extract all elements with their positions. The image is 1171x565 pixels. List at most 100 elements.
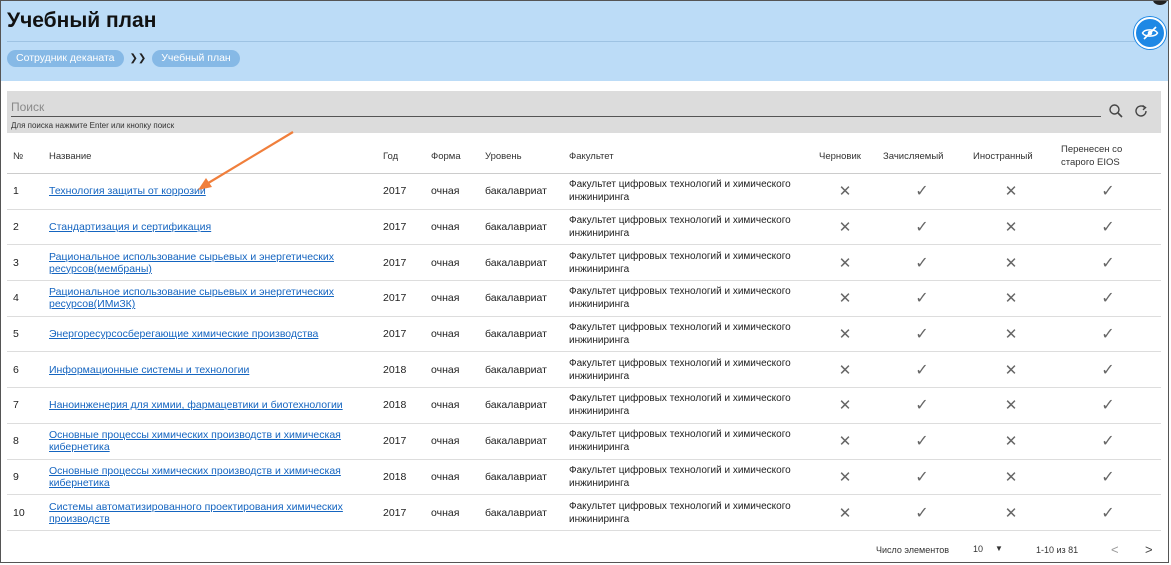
curriculum-link[interactable]: Технология защиты от коррозии: [49, 185, 206, 197]
curriculum-link[interactable]: Стандартизация и сертификация: [49, 221, 211, 233]
row-level: бакалавриат: [479, 316, 563, 353]
table-row[interactable]: 5 Энергоресурсосберегающие химические про…: [7, 316, 1161, 353]
row-number: 3: [7, 244, 43, 282]
table-row[interactable]: 1 Технология защиты от коррозии 2017 очная б…: [7, 173, 1161, 210]
row-migrated-check-icon: ✓: [1055, 280, 1161, 317]
row-year: 2017: [377, 244, 425, 282]
curriculum-link[interactable]: Рациональное использование сырьевых и эн…: [49, 251, 334, 275]
row-draft-cross-icon: ✕: [813, 209, 877, 246]
row-faculty: Факультет цифровых технологий и химическ…: [563, 316, 813, 353]
row-form: очная: [425, 459, 479, 496]
row-year: 2017: [377, 209, 425, 246]
row-enrollable-check-icon: ✓: [877, 494, 967, 531]
row-migrated-check-icon: ✓: [1055, 351, 1161, 389]
row-draft-cross-icon: ✕: [813, 316, 877, 353]
row-level: бакалавриат: [479, 244, 563, 282]
breadcrumb-item-curriculum[interactable]: Учебный план: [152, 50, 240, 67]
row-year: 2018: [377, 459, 425, 496]
row-name-cell: Основные процессы химических производств…: [43, 423, 377, 460]
row-faculty: Факультет цифровых технологий и химическ…: [563, 209, 813, 246]
next-page-icon[interactable]: >: [1145, 542, 1153, 557]
table-row[interactable]: 4 Рациональное использование сырьевых и э…: [7, 280, 1161, 317]
col-header-foreign[interactable]: Иностранный: [967, 139, 1055, 174]
row-number: 2: [7, 209, 43, 246]
curriculum-link[interactable]: Наноинженерия для химии, фармацевтики и …: [49, 399, 343, 411]
row-year: 2017: [377, 280, 425, 317]
visibility-toggle-button[interactable]: [1134, 17, 1166, 49]
row-foreign-cross-icon: ✕: [967, 351, 1055, 389]
row-form: очная: [425, 209, 479, 246]
row-enrollable-check-icon: ✓: [877, 459, 967, 496]
col-header-name[interactable]: Название: [43, 139, 377, 174]
table-row[interactable]: 2 Стандартизация и сертификация 2017 очная б…: [7, 209, 1161, 246]
row-name-cell: Системы автоматизированного проектирован…: [43, 494, 377, 531]
row-faculty: Факультет цифровых технологий и химическ…: [563, 387, 813, 424]
row-year: 2017: [377, 316, 425, 353]
col-header-number[interactable]: №: [7, 139, 43, 174]
eye-off-icon: [1141, 26, 1159, 40]
dropdown-caret-icon[interactable]: ▼: [995, 544, 1003, 553]
page-range: 1-10 из 81: [1036, 545, 1079, 555]
breadcrumb-separator-icon: ❯❯: [129, 53, 147, 64]
row-form: очная: [425, 280, 479, 317]
curriculum-link[interactable]: Энергоресурсосберегающие химические прои…: [49, 328, 318, 340]
row-enrollable-check-icon: ✓: [877, 351, 967, 389]
curriculum-link[interactable]: Системы автоматизированного проектирован…: [49, 501, 343, 525]
items-per-page-select[interactable]: 10: [973, 544, 983, 554]
prev-page-icon[interactable]: <: [1111, 542, 1119, 557]
curriculum-link[interactable]: Основные процессы химических производств…: [49, 429, 341, 453]
row-foreign-cross-icon: ✕: [967, 423, 1055, 460]
row-migrated-check-icon: ✓: [1055, 173, 1161, 210]
col-header-form[interactable]: Форма: [425, 139, 479, 174]
table-row[interactable]: 3 Рациональное использование сырьевых и э…: [7, 244, 1161, 282]
table-row[interactable]: 10 Системы автоматизированного проектиров…: [7, 494, 1161, 531]
curriculum-link[interactable]: Рациональное использование сырьевых и эн…: [49, 286, 334, 310]
curriculum-link[interactable]: Информационные системы и технологии: [49, 364, 249, 376]
row-number: 1: [7, 173, 43, 210]
table-row[interactable]: 8 Основные процессы химических производст…: [7, 423, 1161, 460]
breadcrumb-item-dean-staff[interactable]: Сотрудник деканата: [7, 50, 124, 67]
table-row[interactable]: 7 Наноинженерия для химии, фармацевтики и…: [7, 387, 1161, 424]
row-enrollable-check-icon: ✓: [877, 280, 967, 317]
table-row[interactable]: 9 Основные процессы химических производст…: [7, 459, 1161, 496]
col-header-year[interactable]: Год: [377, 139, 425, 174]
row-enrollable-check-icon: ✓: [877, 423, 967, 460]
row-faculty: Факультет цифровых технологий и химическ…: [563, 423, 813, 460]
curriculum-link[interactable]: Основные процессы химических производств…: [49, 465, 341, 489]
row-migrated-check-icon: ✓: [1055, 244, 1161, 282]
row-year: 2018: [377, 351, 425, 389]
refresh-icon[interactable]: [1133, 103, 1149, 119]
corner-shadow: [1153, 1, 1167, 5]
row-level: бакалавриат: [479, 280, 563, 317]
col-header-level[interactable]: Уровень: [479, 139, 563, 174]
row-level: бакалавриат: [479, 459, 563, 496]
row-migrated-check-icon: ✓: [1055, 423, 1161, 460]
breadcrumb: Сотрудник деканата ❯❯ Учебный план: [7, 50, 240, 67]
row-name-cell: Основные процессы химических производств…: [43, 459, 377, 496]
row-draft-cross-icon: ✕: [813, 494, 877, 531]
table-row[interactable]: 6 Информационные системы и технологии 2018…: [7, 351, 1161, 389]
row-year: 2017: [377, 494, 425, 531]
row-faculty: Факультет цифровых технологий и химическ…: [563, 244, 813, 282]
row-form: очная: [425, 351, 479, 389]
row-level: бакалавриат: [479, 423, 563, 460]
row-enrollable-check-icon: ✓: [877, 173, 967, 210]
row-enrollable-check-icon: ✓: [877, 244, 967, 282]
col-header-migrated[interactable]: Перенесен со старого EIOS: [1055, 139, 1161, 174]
col-header-enrollable[interactable]: Зачисляемый: [877, 139, 967, 174]
row-name-cell: Рациональное использование сырьевых и эн…: [43, 280, 377, 317]
row-name-cell: Информационные системы и технологии: [43, 351, 377, 389]
row-foreign-cross-icon: ✕: [967, 316, 1055, 353]
row-name-cell: Стандартизация и сертификация: [43, 209, 377, 246]
row-faculty: Факультет цифровых технологий и химическ…: [563, 351, 813, 389]
search-icon[interactable]: [1108, 103, 1124, 119]
col-header-faculty[interactable]: Факультет: [563, 139, 813, 174]
row-level: бакалавриат: [479, 209, 563, 246]
row-form: очная: [425, 494, 479, 531]
search-input[interactable]: [11, 98, 1101, 117]
row-number: 5: [7, 316, 43, 353]
col-header-draft[interactable]: Черновик: [813, 139, 877, 174]
row-foreign-cross-icon: ✕: [967, 280, 1055, 317]
row-draft-cross-icon: ✕: [813, 351, 877, 389]
row-number: 4: [7, 280, 43, 317]
